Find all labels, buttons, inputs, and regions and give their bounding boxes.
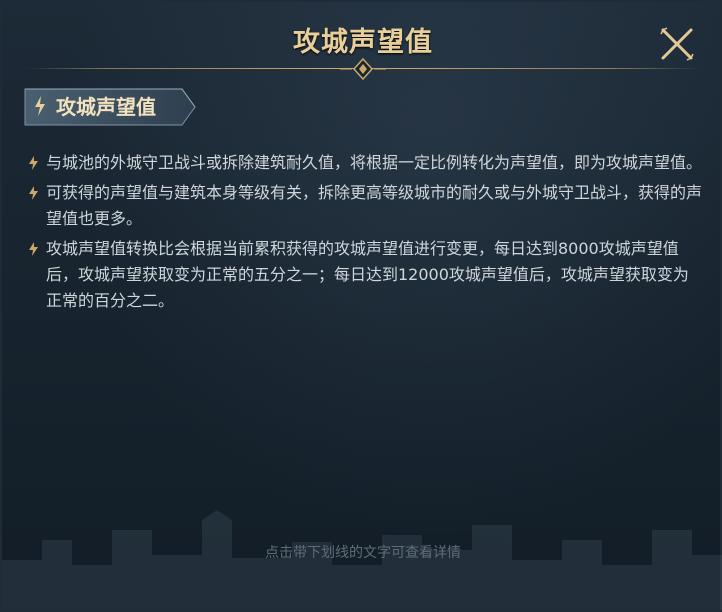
lightning-bolt-icon	[35, 96, 45, 116]
dialog-title: 攻城声望值	[293, 27, 433, 58]
list-item-text: 攻城声望值转换比会根据当前累积获得的攻城声望值进行变更，每日达到8000攻城声望…	[46, 239, 689, 310]
list-item-text: 可获得的声望值与建筑本身等级有关，拆除更高等级城市的耐久或与外城守卫战斗，获得的…	[46, 183, 703, 228]
section-tag-label: 攻城声望值	[56, 95, 156, 119]
footer-hint: 点击带下划线的文字可查看详情	[265, 545, 461, 561]
background-city-silhouette	[2, 510, 722, 610]
list-item-text: 与城池的外城守卫战斗或拆除建筑耐久值，将根据一定比例转化为声望值，即为攻城声望值…	[46, 153, 703, 172]
dialog-panel: 攻城声望值 攻城声望值 与城池的外城守卫战斗或拆除建筑耐久值，将根据一定比例转化…	[0, 0, 722, 612]
list-item: 攻城声望值转换比会根据当前累积获得的攻城声望值进行变更，每日达到8000攻城声望…	[26, 236, 702, 314]
description-list: 与城池的外城守卫战斗或拆除建筑耐久值，将根据一定比例转化为声望值，即为攻城声望值…	[26, 150, 702, 318]
close-x-icon	[660, 27, 694, 61]
close-button[interactable]	[657, 24, 697, 64]
lightning-bolt-icon	[29, 242, 38, 256]
lightning-bolt-icon	[29, 186, 38, 200]
lightning-bolt-icon	[29, 156, 38, 170]
section-tag: 攻城声望值	[24, 88, 196, 126]
diamond-ornament-icon	[340, 58, 386, 80]
list-item: 可获得的声望值与建筑本身等级有关，拆除更高等级城市的耐久或与外城守卫战斗，获得的…	[26, 180, 702, 232]
list-item: 与城池的外城守卫战斗或拆除建筑耐久值，将根据一定比例转化为声望值，即为攻城声望值…	[26, 150, 702, 176]
